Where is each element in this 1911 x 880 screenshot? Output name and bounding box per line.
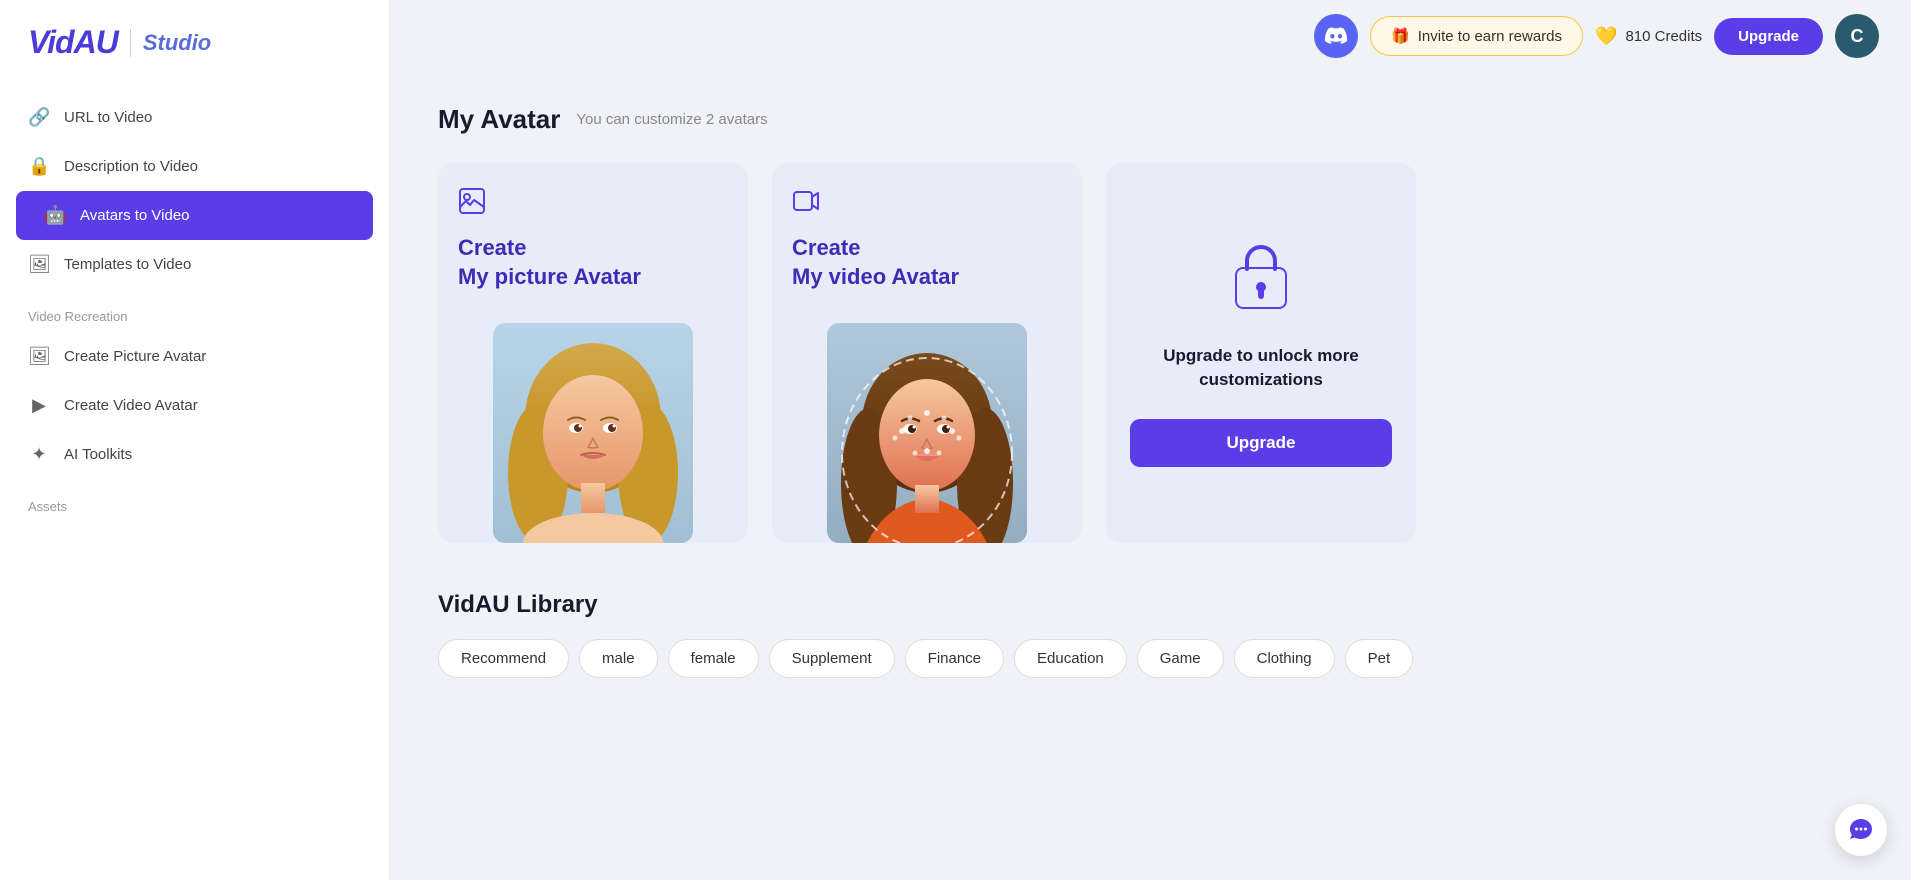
page-title-row: My Avatar You can customize 2 avatars: [438, 104, 1863, 135]
filter-game[interactable]: Game: [1137, 639, 1224, 678]
sidebar-item-ai-toolkits[interactable]: ✦ AI Toolkits: [0, 430, 389, 479]
upgrade-card-text: Upgrade to unlock more customizations: [1130, 344, 1392, 392]
upgrade-card-button[interactable]: Upgrade: [1130, 419, 1392, 467]
video-avatar-placeholder: [827, 323, 1027, 543]
upgrade-header-button[interactable]: Upgrade: [1714, 18, 1823, 55]
user-avatar-button[interactable]: C: [1835, 14, 1879, 58]
logo-area: VidAU Studio: [0, 24, 389, 93]
header: 🎁 Invite to earn rewards 💛 810 Credits U…: [390, 0, 1911, 72]
lock-large-icon: [1231, 239, 1291, 324]
main-content: My Avatar You can customize 2 avatars Cr…: [390, 72, 1911, 880]
picture-card-title: Create My picture Avatar: [458, 234, 728, 291]
template-icon: 🖼: [28, 254, 50, 275]
video-avatar-card[interactable]: Create My video Avatar: [772, 163, 1082, 543]
video-avatar-image: [792, 307, 1062, 543]
filter-education[interactable]: Education: [1014, 639, 1127, 678]
video-recreation-nav: 🖼 Create Picture Avatar ▶ Create Video A…: [0, 332, 389, 479]
product-name: Studio: [143, 30, 211, 56]
main-area: 🎁 Invite to earn rewards 💛 810 Credits U…: [390, 0, 1911, 880]
picture-avatar-card[interactable]: Create My picture Avatar: [438, 163, 748, 543]
nav-label: Description to Video: [64, 158, 198, 175]
nav-label: Templates to Video: [64, 256, 191, 273]
main-nav: 🔗 URL to Video 🔒 Description to Video 🤖 …: [0, 93, 389, 289]
video-icon: ▶: [28, 395, 50, 416]
picture-card-icon: [458, 187, 728, 222]
nav-label: Create Video Avatar: [64, 397, 198, 414]
nav-label: Create Picture Avatar: [64, 348, 206, 365]
heart-icon: 💛: [1595, 26, 1617, 47]
credits-area: 💛 810 Credits: [1595, 26, 1702, 47]
sidebar-item-url-to-video[interactable]: 🔗 URL to Video: [0, 93, 389, 142]
sidebar-item-create-picture-avatar[interactable]: 🖼 Create Picture Avatar: [0, 332, 389, 381]
lock-icon: 🔒: [28, 156, 50, 177]
sidebar-item-description-to-video[interactable]: 🔒 Description to Video: [0, 142, 389, 191]
logo-divider: [130, 29, 131, 57]
chat-bubble-button[interactable]: [1835, 804, 1887, 856]
avatar-cards-row: Create My picture Avatar: [438, 163, 1863, 543]
toolkit-icon: ✦: [28, 444, 50, 465]
sidebar: VidAU Studio 🔗 URL to Video 🔒 Descriptio…: [0, 0, 390, 880]
library-title: VidAU Library: [438, 591, 1863, 619]
filter-pet[interactable]: Pet: [1345, 639, 1414, 678]
credits-value: 810 Credits: [1625, 28, 1702, 45]
filter-female[interactable]: female: [668, 639, 759, 678]
video-card-icon: [792, 187, 1062, 222]
filter-clothing[interactable]: Clothing: [1234, 639, 1335, 678]
nav-label: URL to Video: [64, 109, 152, 126]
section-assets: Assets: [0, 479, 389, 522]
filter-male[interactable]: male: [579, 639, 658, 678]
sidebar-item-create-video-avatar[interactable]: ▶ Create Video Avatar: [0, 381, 389, 430]
filter-supplement[interactable]: Supplement: [769, 639, 895, 678]
video-card-title: Create My video Avatar: [792, 234, 1062, 291]
library-section: VidAU Library Recommend male female Supp…: [438, 591, 1863, 678]
page-title: My Avatar: [438, 104, 560, 135]
filter-recommend[interactable]: Recommend: [438, 639, 569, 678]
picture-avatar-placeholder: [493, 323, 693, 543]
upgrade-card[interactable]: Upgrade to unlock more customizations Up…: [1106, 163, 1416, 543]
nav-label: Avatars to Video: [80, 207, 190, 224]
discord-button[interactable]: [1314, 14, 1358, 58]
sidebar-item-avatars-to-video[interactable]: 🤖 Avatars to Video: [16, 191, 373, 240]
page-subtitle: You can customize 2 avatars: [576, 111, 767, 128]
picture-avatar-image: [458, 307, 728, 543]
picture-icon: 🖼: [28, 346, 50, 367]
library-filters: Recommend male female Supplement Finance…: [438, 639, 1863, 678]
invite-label: Invite to earn rewards: [1418, 28, 1562, 45]
nav-label: AI Toolkits: [64, 446, 132, 463]
avatar-icon: 🤖: [44, 205, 66, 226]
sidebar-item-templates-to-video[interactable]: 🖼 Templates to Video: [0, 240, 389, 289]
invite-button[interactable]: 🎁 Invite to earn rewards: [1370, 16, 1583, 56]
invite-icon: 🎁: [1391, 27, 1410, 45]
brand-logo: VidAU: [28, 24, 118, 61]
filter-finance[interactable]: Finance: [905, 639, 1004, 678]
link-icon: 🔗: [28, 107, 50, 128]
section-video-recreation: Video Recreation: [0, 289, 389, 332]
